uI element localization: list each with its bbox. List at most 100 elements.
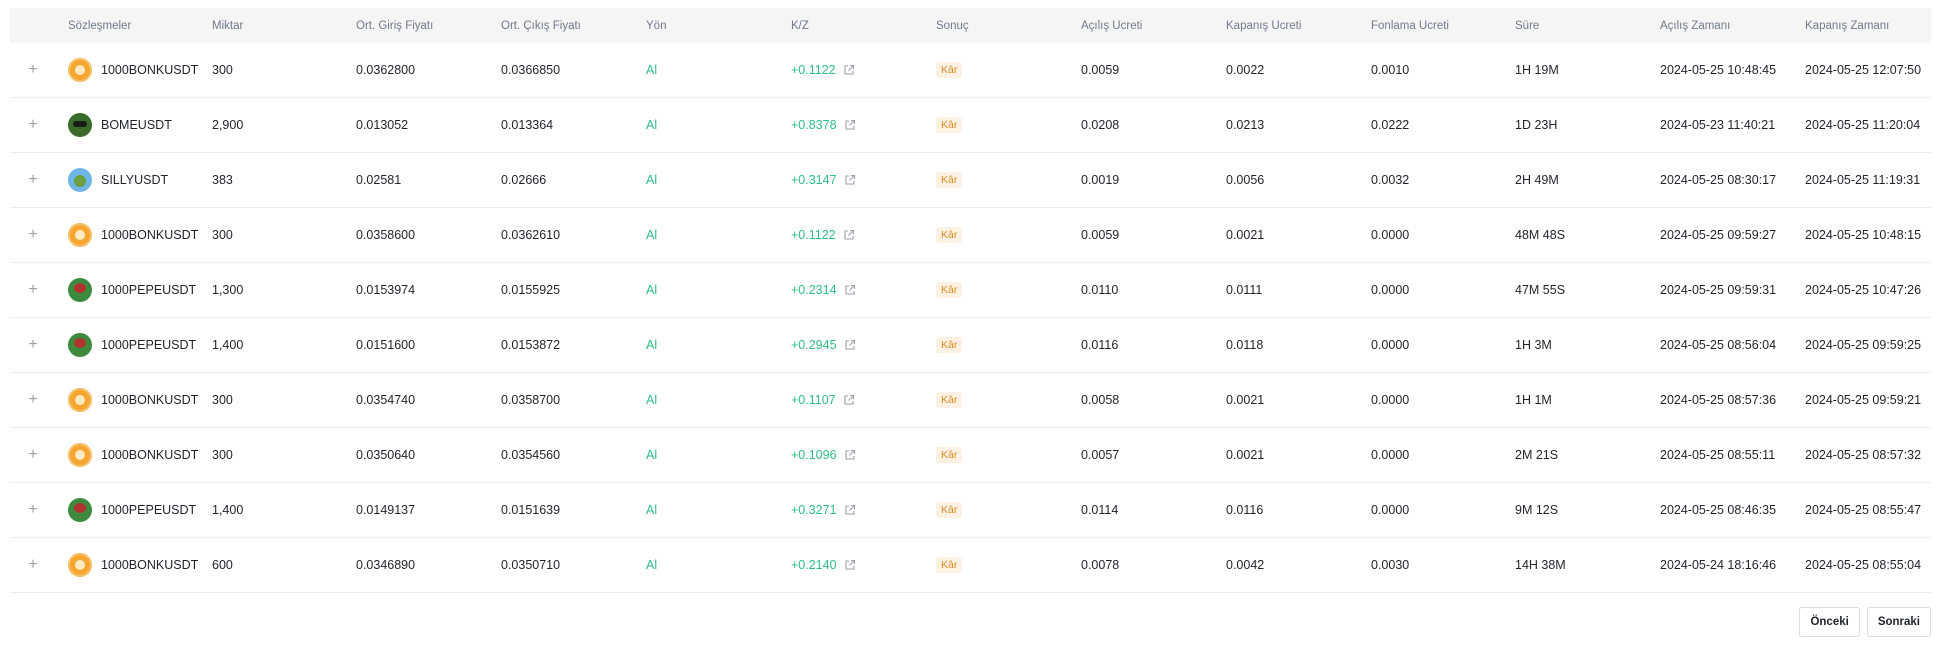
funding-fee-cell: 0.0032 [1371,173,1410,187]
result-cell: Kâr [936,557,1081,573]
external-link-icon[interactable] [843,229,855,241]
open-fee-cell: 0.0059 [1081,63,1120,77]
result-cell: Kâr [936,62,1081,78]
quantity-cell: 300 [212,448,233,462]
open-fee-cell: 0.0110 [1081,283,1119,297]
exit-price-cell: 0.0362610 [501,228,561,242]
duration-cell: 48M 48S [1515,228,1566,242]
external-link-icon[interactable] [844,119,856,131]
contract-symbol: 1000BONKUSDT [101,63,199,77]
close-time-cell: 2024-05-25 12:07:50 [1805,63,1922,77]
entry-price-cell: 0.0153974 [356,283,416,297]
close-fee-cell: 0.0111 [1226,283,1263,297]
exit-price-cell: 0.0153872 [501,338,561,352]
expand-row-icon[interactable]: + [26,336,40,354]
pnl-cell: +0.2140 [791,558,936,572]
external-link-icon[interactable] [843,64,855,76]
duration-cell: 1H 3M [1515,338,1552,352]
pnl-value: +0.2140 [791,558,837,572]
header-funding-fee: Fonlama Ücreti [1371,19,1449,32]
pnl-value: +0.8378 [791,118,837,132]
contract-symbol: 1000BONKUSDT [101,448,199,462]
pnl-cell: +0.1096 [791,448,936,462]
contract-symbol: 1000PEPEUSDT [101,338,197,352]
open-time-cell: 2024-05-25 09:59:27 [1660,228,1777,242]
open-time-cell: 2024-05-25 10:48:45 [1660,63,1777,77]
expand-row-icon[interactable]: + [26,556,40,574]
expand-row-icon[interactable]: + [26,446,40,464]
result-cell: Kâr [936,502,1081,518]
contract-symbol: 1000PEPEUSDT [101,503,197,517]
duration-cell: 47M 55S [1515,283,1566,297]
pnl-cell: +0.1122 [791,228,936,242]
expand-row-icon[interactable]: + [26,116,40,134]
external-link-icon[interactable] [844,559,856,571]
previous-page-button[interactable]: Önceki [1799,607,1860,637]
exit-price-cell: 0.0358700 [501,393,561,407]
close-fee-cell: 0.0213 [1226,118,1265,132]
close-fee-cell: 0.0021 [1226,448,1265,462]
table-row: +1000BONKUSDT 600 0.0346890 0.0350710 Al +0.2… [10,538,1931,593]
close-fee-cell: 0.0056 [1226,173,1265,187]
pnl-cell: +0.1122 [791,63,936,77]
external-link-icon[interactable] [843,394,855,406]
coin-pepe-icon [68,278,92,302]
exit-price-cell: 0.0366850 [501,63,561,77]
entry-price-cell: 0.013052 [356,118,409,132]
contract-cell: 1000PEPEUSDT [68,333,212,357]
open-time-cell: 2024-05-25 08:46:35 [1660,503,1777,517]
coin-bome-icon [68,113,92,137]
exit-price-cell: 0.0151639 [501,503,561,517]
quantity-cell: 1,400 [212,338,244,352]
table-row: +1000BONKUSDT 300 0.0350640 0.0354560 Al +0.1… [10,428,1931,483]
expand-row-icon[interactable]: + [26,61,40,79]
pnl-cell: +0.3271 [791,503,936,517]
contract-cell: 1000PEPEUSDT [68,498,212,522]
external-link-icon[interactable] [844,449,856,461]
result-badge: Kâr [936,62,963,78]
contract-cell: 1000BONKUSDT [68,223,212,247]
funding-fee-cell: 0.0030 [1371,558,1410,572]
contract-symbol: 1000PEPEUSDT [101,283,197,297]
funding-fee-cell: 0.0000 [1371,503,1410,517]
expand-row-icon[interactable]: + [26,281,40,299]
header-quantity: Miktar [212,19,244,32]
contract-symbol: 1000BONKUSDT [101,393,199,407]
entry-price-cell: 0.0346890 [356,558,416,572]
close-time-cell: 2024-05-25 11:20:04 [1805,118,1921,132]
funding-fee-cell: 0.0000 [1371,228,1410,242]
expand-row-icon[interactable]: + [26,391,40,409]
contract-symbol: BOMEUSDT [101,118,172,132]
external-link-icon[interactable] [844,504,856,516]
contract-cell: BOMEUSDT [68,113,212,137]
duration-cell: 2M 21S [1515,448,1559,462]
result-badge: Kâr [936,172,963,188]
pnl-cell: +0.2314 [791,283,936,297]
duration-cell: 14H 38M [1515,558,1566,572]
close-fee-cell: 0.0021 [1226,393,1265,407]
close-time-cell: 2024-05-25 10:47:26 [1805,283,1922,297]
external-link-icon[interactable] [844,284,856,296]
close-time-cell: 2024-05-25 08:55:04 [1805,558,1922,572]
table-row: +1000PEPEUSDT 1,400 0.0149137 0.0151639 Al +0… [10,483,1931,538]
external-link-icon[interactable] [844,174,856,186]
close-time-cell: 2024-05-25 08:57:32 [1805,448,1922,462]
duration-cell: 9M 12S [1515,503,1559,517]
pnl-value: +0.1107 [791,393,836,407]
table-header: Sözleşmeler Miktar Ort. Giriş Fiyatı Ort… [10,8,1931,43]
open-time-cell: 2024-05-25 08:56:04 [1660,338,1777,352]
header-open-time: Açılış Zamanı [1660,19,1731,32]
coin-bonk-icon [68,553,92,577]
result-badge: Kâr [936,282,963,298]
expand-row-icon[interactable]: + [26,171,40,189]
next-page-button[interactable]: Sonraki [1866,607,1931,637]
external-link-icon[interactable] [844,339,856,351]
table-row: +1000PEPEUSDT 1,300 0.0153974 0.0155925 Al +0… [10,263,1931,318]
exit-price-cell: 0.013364 [501,118,554,132]
header-result: Sonuç [936,19,969,32]
contract-symbol: 1000BONKUSDT [101,558,199,572]
quantity-cell: 600 [212,558,233,572]
funding-fee-cell: 0.0000 [1371,283,1410,297]
expand-row-icon[interactable]: + [26,501,40,519]
expand-row-icon[interactable]: + [26,226,40,244]
